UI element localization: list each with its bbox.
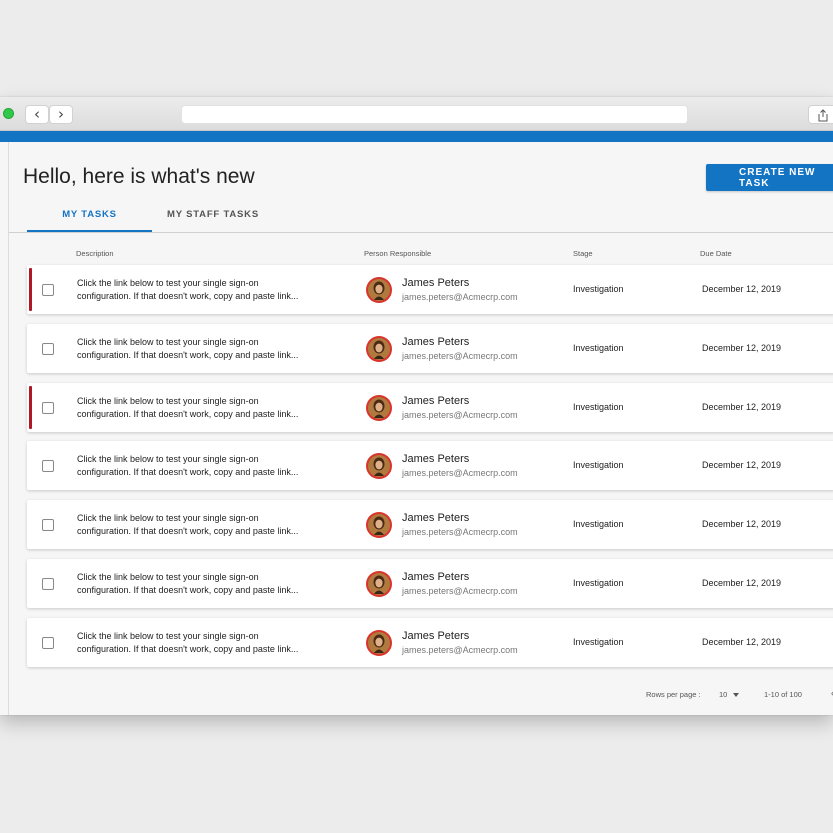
person-email: james.peters@Acmecrp.com bbox=[402, 409, 518, 420]
browser-window: ‹ › Hello, here is what's new CREATE NEW… bbox=[0, 97, 833, 715]
avatar bbox=[366, 629, 392, 656]
task-description: Click the link below to test your single… bbox=[77, 336, 337, 362]
task-description: Click the link below to test your single… bbox=[77, 571, 337, 597]
stage-value: Investigation bbox=[573, 578, 624, 588]
back-arrow-icon[interactable]: ‹ bbox=[25, 105, 49, 124]
avatar bbox=[366, 512, 392, 539]
due-date-value: December 12, 2019 bbox=[702, 401, 782, 412]
page-title: Hello, here is what's new bbox=[23, 165, 255, 188]
row-checkbox[interactable] bbox=[42, 284, 54, 296]
table-row[interactable]: Click the link below to test your single… bbox=[27, 441, 833, 491]
main-content: Hello, here is what's new CREATE NEW TAS… bbox=[8, 142, 833, 715]
row-checkbox[interactable] bbox=[42, 636, 54, 649]
column-header-stage: Stage bbox=[573, 249, 593, 258]
forward-arrow-icon[interactable]: › bbox=[49, 105, 73, 124]
tab-my-staff-tasks[interactable]: MY STAFF TASKS bbox=[159, 202, 267, 232]
description-line: configuration. If that doesn't work, cop… bbox=[77, 585, 299, 595]
stage-value: Investigation bbox=[573, 342, 624, 353]
stage-value: Investigation bbox=[573, 460, 624, 471]
priority-flag bbox=[29, 385, 32, 429]
row-checkbox[interactable] bbox=[42, 342, 54, 355]
description-line: configuration. If that doesn't work, cop… bbox=[77, 526, 299, 537]
create-new-task-button[interactable]: CREATE NEW TASK bbox=[706, 164, 833, 191]
due-date-value: December 12, 2019 bbox=[702, 460, 782, 471]
table-row[interactable]: Click the link below to test your single… bbox=[27, 382, 833, 432]
person-name: James Peters bbox=[402, 629, 470, 642]
person-email: james.peters@Acmecrp.com bbox=[402, 586, 518, 596]
rows-per-page-label: Rows per page : bbox=[646, 690, 701, 699]
row-checkbox[interactable] bbox=[42, 401, 54, 414]
avatar bbox=[366, 277, 392, 303]
description-line: Click the link below to test your single… bbox=[77, 395, 259, 406]
person-email: james.peters@Acmecrp.com bbox=[402, 292, 518, 302]
person-email: james.peters@Acmecrp.com bbox=[402, 350, 518, 361]
task-description: Click the link below to test your single… bbox=[77, 395, 337, 421]
person-email: james.peters@Acmecrp.com bbox=[402, 644, 518, 655]
person-name: James Peters bbox=[402, 335, 470, 348]
tabs-divider bbox=[9, 232, 833, 233]
description-line: Click the link below to test your single… bbox=[77, 278, 259, 288]
table-row[interactable]: Click the link below to test your single… bbox=[27, 500, 833, 550]
row-checkbox[interactable] bbox=[42, 578, 54, 590]
app-header-bar bbox=[0, 131, 833, 142]
task-description: Click the link below to test your single… bbox=[77, 630, 337, 656]
table-row[interactable]: Click the link below to test your single… bbox=[27, 265, 833, 314]
due-date-value: December 12, 2019 bbox=[702, 284, 782, 294]
task-description: Click the link below to test your single… bbox=[77, 453, 337, 479]
person-name: James Peters bbox=[402, 512, 470, 525]
stage-value: Investigation bbox=[573, 284, 624, 294]
due-date-value: December 12, 2019 bbox=[702, 519, 782, 530]
person-email: james.peters@Acmecrp.com bbox=[402, 527, 518, 538]
person-name: James Peters bbox=[402, 394, 470, 407]
description-line: configuration. If that doesn't work, cop… bbox=[77, 349, 299, 360]
task-tabs: MY TASKS MY STAFF TASKS bbox=[27, 202, 287, 232]
due-date-value: December 12, 2019 bbox=[702, 636, 782, 647]
browser-toolbar: ‹ › bbox=[0, 97, 833, 131]
chevron-down-icon[interactable] bbox=[733, 693, 739, 697]
description-line: configuration. If that doesn't work, cop… bbox=[77, 643, 299, 654]
task-description: Click the link below to test your single… bbox=[77, 512, 337, 538]
stage-value: Investigation bbox=[573, 401, 624, 412]
row-checkbox[interactable] bbox=[42, 519, 54, 532]
column-header-person: Person Responsible bbox=[364, 249, 432, 258]
row-checkbox[interactable] bbox=[42, 460, 54, 473]
description-line: configuration. If that doesn't work, cop… bbox=[77, 291, 299, 301]
avatar bbox=[366, 571, 392, 597]
tab-my-tasks[interactable]: MY TASKS bbox=[27, 202, 152, 232]
person-email: james.peters@Acmecrp.com bbox=[402, 468, 518, 479]
due-date-value: December 12, 2019 bbox=[702, 342, 782, 353]
avatar bbox=[366, 335, 392, 362]
description-line: configuration. If that doesn't work, cop… bbox=[77, 408, 299, 419]
address-bar[interactable] bbox=[181, 105, 688, 124]
person-name: James Peters bbox=[402, 453, 470, 466]
table-row[interactable]: Click the link below to test your single… bbox=[27, 617, 833, 667]
description-line: Click the link below to test your single… bbox=[77, 454, 259, 465]
share-icon[interactable] bbox=[808, 105, 833, 124]
description-line: Click the link below to test your single… bbox=[77, 336, 259, 347]
description-line: Click the link below to test your single… bbox=[77, 513, 259, 524]
avatar bbox=[366, 394, 392, 421]
description-line: Click the link below to test your single… bbox=[77, 572, 259, 582]
priority-flag bbox=[29, 268, 32, 311]
stage-value: Investigation bbox=[573, 636, 624, 647]
table-row[interactable]: Click the link below to test your single… bbox=[27, 323, 833, 373]
window-control-icon[interactable] bbox=[3, 108, 14, 119]
table-row[interactable]: Click the link below to test your single… bbox=[27, 559, 833, 608]
description-line: configuration. If that doesn't work, cop… bbox=[77, 467, 299, 478]
stage-value: Investigation bbox=[573, 519, 624, 530]
person-name: James Peters bbox=[402, 571, 470, 583]
pagination-range: 1-10 of 100 bbox=[764, 690, 802, 699]
task-description: Click the link below to test your single… bbox=[77, 277, 337, 303]
due-date-value: December 12, 2019 bbox=[702, 578, 782, 588]
column-header-description: Description bbox=[76, 249, 114, 258]
description-line: Click the link below to test your single… bbox=[77, 630, 259, 641]
avatar bbox=[366, 453, 392, 480]
person-name: James Peters bbox=[402, 277, 470, 289]
column-header-due-date: Due Date bbox=[700, 249, 732, 258]
rows-per-page-select[interactable]: 10 bbox=[719, 690, 727, 699]
